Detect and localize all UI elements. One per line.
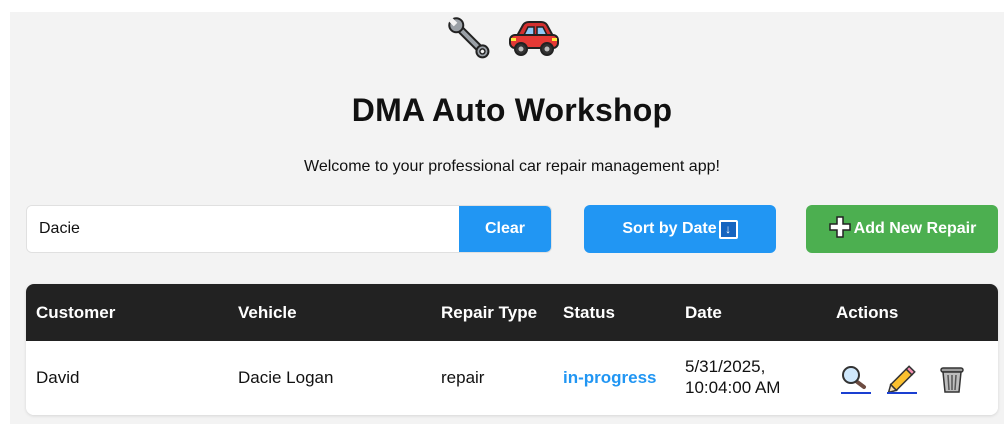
pencil-icon[interactable] — [886, 365, 917, 395]
table-row: David Dacie Logan repair in-progress 5/3… — [26, 341, 998, 415]
car-icon — [507, 18, 561, 58]
column-header-status: Status — [563, 303, 615, 322]
cell-date-line1: 5/31/2025, — [685, 357, 766, 376]
trash-icon[interactable] — [938, 365, 968, 395]
table-header: Customer Vehicle Repair Type Status Date… — [26, 284, 998, 341]
column-header-date: Date — [685, 303, 722, 322]
page-subtitle: Welcome to your professional car repair … — [304, 158, 720, 175]
column-header-customer: Customer — [36, 303, 116, 322]
header-icons — [0, 8, 1004, 68]
cell-date: 5/31/2025, 10:04:00 AM — [685, 356, 805, 398]
cell-repair-type: repair — [441, 368, 485, 387]
arrow-down-icon: ↓ — [718, 219, 738, 239]
add-button-label: Add New Repair — [853, 220, 977, 237]
cell-vehicle: Dacie Logan — [238, 368, 334, 387]
search-bar: Clear — [26, 205, 552, 253]
column-header-repair-type: Repair Type — [441, 303, 538, 322]
clear-button[interactable]: Clear — [459, 206, 551, 252]
cell-status: in-progress — [563, 368, 657, 387]
cell-customer: David — [36, 368, 80, 387]
page-title: DMA Auto Workshop — [351, 92, 673, 128]
search-input[interactable] — [27, 206, 459, 252]
sort-button-label: Sort by Date — [622, 220, 717, 237]
wrench-icon — [443, 12, 495, 64]
magnifier-icon[interactable] — [840, 365, 871, 395]
add-new-repair-button[interactable]: Add New Repair — [806, 205, 998, 253]
repairs-table: Customer Vehicle Repair Type Status Date… — [26, 284, 998, 415]
sort-by-date-button[interactable]: Sort by Date ↓ — [584, 205, 776, 253]
cell-date-line2: 10:04:00 AM — [685, 378, 781, 397]
plus-icon — [828, 215, 852, 244]
column-header-actions: Actions — [836, 303, 899, 322]
column-header-vehicle: Vehicle — [238, 303, 297, 322]
